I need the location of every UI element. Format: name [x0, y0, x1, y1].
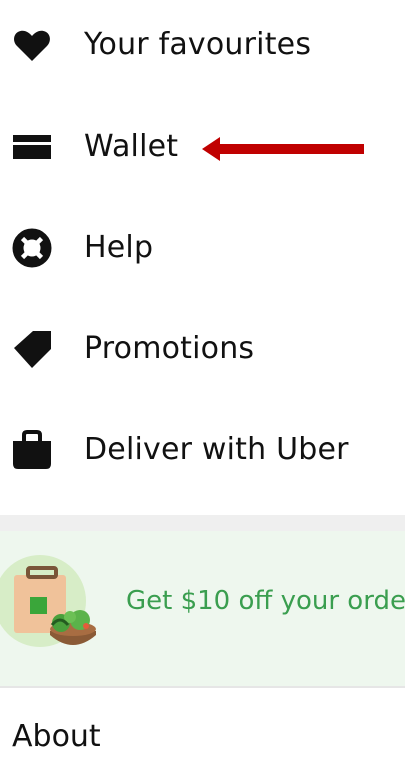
- promo-text: Get $10 off your orde: [126, 586, 405, 616]
- tag-icon: [12, 329, 52, 369]
- menu-item-label: Promotions: [84, 331, 255, 366]
- wallet-icon: [12, 127, 52, 167]
- section-divider: [0, 515, 405, 531]
- lifebuoy-icon: [12, 228, 52, 268]
- heart-icon: [12, 25, 52, 65]
- menu-item-favourites[interactable]: Your favourites: [0, 15, 405, 75]
- menu-item-label: Help: [84, 230, 154, 265]
- menu-item-label: Deliver with Uber: [84, 432, 349, 467]
- menu-item-promotions[interactable]: Promotions: [0, 319, 405, 379]
- grocery-bag-icon: [0, 555, 96, 647]
- about-link[interactable]: About: [12, 710, 101, 764]
- menu-item-help[interactable]: Help: [0, 218, 405, 278]
- red-arrow-icon: [202, 137, 364, 161]
- menu-item-label: Your favourites: [84, 27, 312, 62]
- section-divider: [0, 686, 405, 688]
- promo-banner[interactable]: Get $10 off your orde: [0, 531, 405, 686]
- menu-item-label: Wallet: [84, 129, 179, 164]
- menu-item-deliver-with-uber[interactable]: Deliver with Uber: [0, 420, 405, 480]
- bag-icon: [12, 430, 52, 470]
